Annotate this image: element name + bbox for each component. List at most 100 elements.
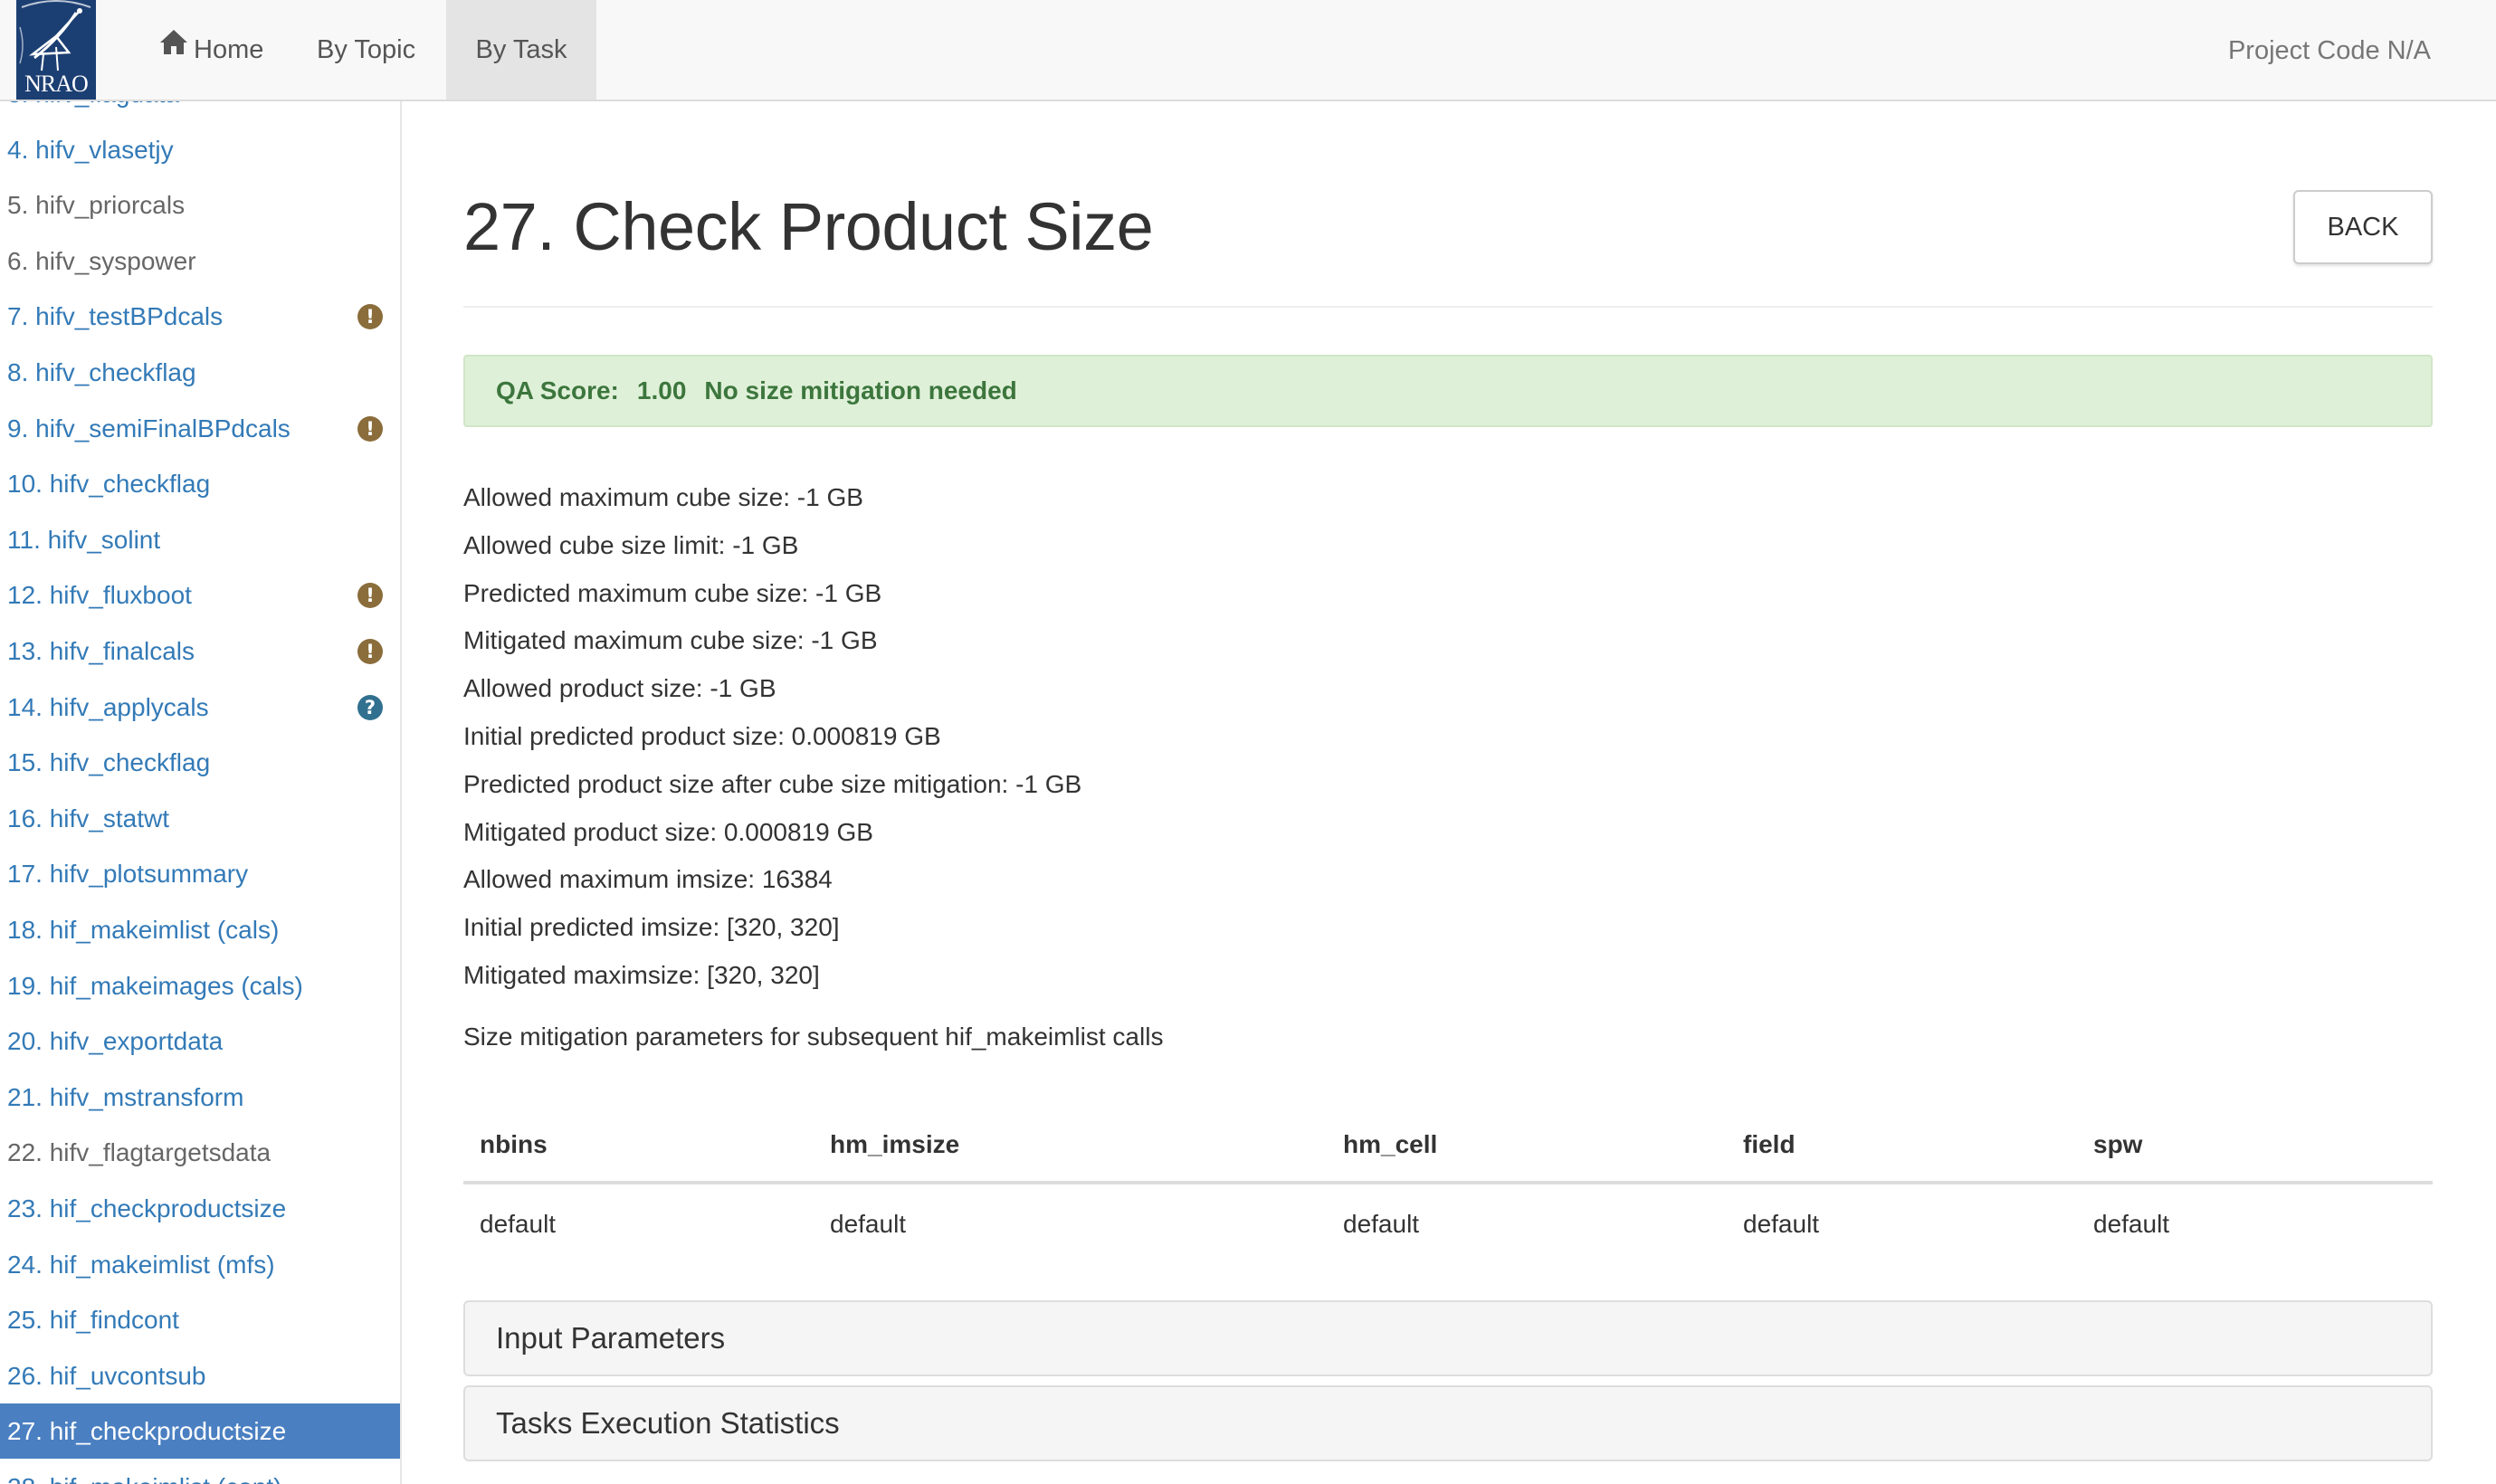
size-line: Mitigated product size: 0.000819 GB xyxy=(463,817,873,846)
sidebar-item[interactable]: 21. hifv_mstransform xyxy=(0,1070,400,1125)
project-code: Project Code N/A xyxy=(2227,36,2431,65)
mitigation-params-table: nbins hm_imsize hm_cell field spw defaul… xyxy=(463,1108,2433,1264)
back-button[interactable]: BACK xyxy=(2293,190,2433,264)
sidebar-item-label: 3. hifv_flagdata xyxy=(7,101,179,108)
sidebar-item[interactable]: 26. hif_uvcontsub xyxy=(0,1348,400,1403)
table-cell: default xyxy=(830,1210,907,1238)
size-line: Mitigated maximsize: [320, 320] xyxy=(463,960,820,989)
sidebar-item[interactable]: 13. hifv_finalcals! xyxy=(0,623,400,679)
sidebar-item[interactable]: 15. hifv_checkflag xyxy=(0,735,400,790)
sidebar-item-label: 26. hif_uvcontsub xyxy=(7,1361,206,1390)
sidebar-item[interactable]: 7. hifv_testBPdcals! xyxy=(0,289,400,344)
logo-text: NRAO xyxy=(24,71,89,97)
sidebar-item-label: 13. hifv_finalcals xyxy=(7,637,195,665)
table-cell: default xyxy=(1343,1210,1420,1238)
size-line: Allowed product size: -1 GB xyxy=(463,674,776,703)
sidebar-item-label: 19. hif_makeimages (cals) xyxy=(7,971,303,1000)
warning-icon: ! xyxy=(357,415,383,442)
sidebar-item-label: 10. hifv_checkflag xyxy=(7,470,211,499)
sidebar-item-label: 5. hifv_priorcals xyxy=(7,191,186,220)
sidebar-item-label: 24. hif_makeimlist (mfs) xyxy=(7,1250,275,1279)
size-line: Allowed cube size limit: -1 GB xyxy=(463,530,799,559)
title-divider xyxy=(463,306,2433,308)
main-content: 27. Check Product Size BACK QA Score: 1.0… xyxy=(402,101,2496,1484)
table-row: default default default default default xyxy=(463,1183,2433,1264)
sidebar-item[interactable]: 20. hifv_exportdata xyxy=(0,1013,400,1069)
sidebar-item[interactable]: 12. hifv_fluxboot! xyxy=(0,567,400,623)
home-icon xyxy=(159,0,188,97)
sidebar-item-label: 25. hif_findcont xyxy=(7,1306,179,1335)
nav-by-task[interactable]: By Task xyxy=(446,0,596,100)
sidebar-item[interactable]: 8. hifv_checkflag xyxy=(0,345,400,400)
sidebar-item-label: 21. hifv_mstransform xyxy=(7,1082,244,1111)
sidebar-item[interactable]: 11. hifv_solint xyxy=(0,512,400,567)
window-edge xyxy=(2483,101,2496,1484)
sidebar-item[interactable]: 28. hif_makeimlist (cont) xyxy=(0,1460,400,1484)
question-icon: ? xyxy=(357,694,383,720)
sidebar-item-label: 15. hifv_checkflag xyxy=(7,748,211,777)
execution-statistics-panel[interactable]: Tasks Execution Statistics xyxy=(463,1385,2433,1461)
sidebar-item-label: 14. hifv_applycals xyxy=(7,692,209,721)
sidebar-item[interactable]: 16. hifv_statwt xyxy=(0,791,400,846)
column-header-hm-imsize: hm_imsize xyxy=(814,1108,1327,1184)
sidebar-item[interactable]: 23. hif_checkproductsize xyxy=(0,1181,400,1236)
sidebar-item-label: 11. hifv_solint xyxy=(7,525,161,554)
sidebar-item-label: 28. hif_makeimlist (cont) xyxy=(7,1473,281,1484)
sidebar-item-label: 4. hifv_vlasetjy xyxy=(7,135,174,164)
warning-icon: ! xyxy=(357,304,383,330)
qa-score-alert: QA Score: 1.00 No size mitigation needed xyxy=(463,355,2433,427)
sidebar-item-label: 22. hifv_flagtargetsdata xyxy=(7,1138,272,1167)
sidebar-item[interactable]: 5. hifv_priorcals xyxy=(0,177,400,233)
size-line: Initial predicted product size: 0.000819… xyxy=(463,721,941,750)
sidebar-item-label: 7. hifv_testBPdcals xyxy=(7,302,224,331)
sidebar-item[interactable]: 6. hifv_syspower xyxy=(0,233,400,289)
input-parameters-panel[interactable]: Input Parameters xyxy=(463,1300,2433,1376)
page-title: 27. Check Product Size xyxy=(463,189,1154,264)
warning-icon: ! xyxy=(357,639,383,664)
sidebar-item[interactable]: 10. hifv_checkflag xyxy=(0,456,400,511)
column-header-hm-cell: hm_cell xyxy=(1327,1108,1727,1184)
sidebar-item[interactable]: 24. hif_makeimlist (mfs) xyxy=(0,1237,400,1292)
nav-by-topic[interactable]: By Topic xyxy=(317,0,415,100)
table-cell: default xyxy=(1743,1210,1820,1238)
sidebar-item[interactable]: 3. hifv_flagdata xyxy=(0,101,400,121)
sidebar-item-active[interactable]: 27. hif_checkproductsize xyxy=(0,1403,400,1460)
sidebar-item[interactable]: 4. hifv_vlasetjy xyxy=(0,122,400,177)
sidebar-item-label: 23. hif_checkproductsize xyxy=(7,1194,287,1222)
sidebar-item[interactable]: 18. hif_makeimlist (cals) xyxy=(0,902,400,957)
size-line: Allowed maximum cube size: -1 GB xyxy=(463,483,863,511)
sidebar-item-label: 12. hifv_fluxboot xyxy=(7,581,192,610)
qa-score-message: No size mitigation needed xyxy=(704,376,1017,404)
qa-score-value: 1.00 xyxy=(636,376,687,404)
sidebar-item-label: 9. hifv_semiFinalBPdcals xyxy=(7,414,291,442)
sidebar-item[interactable]: 22. hifv_flagtargetsdata xyxy=(0,1125,400,1180)
sidebar-item-label: 17. hifv_plotsummary xyxy=(7,860,249,889)
sidebar-item[interactable]: 9. hifv_semiFinalBPdcals! xyxy=(0,401,400,456)
qa-score-label: QA Score: xyxy=(496,376,619,404)
size-line: Predicted product size after cube size m… xyxy=(463,769,1082,798)
sidebar-item-label: 20. hifv_exportdata xyxy=(7,1027,224,1056)
table-cell: default xyxy=(2093,1210,2170,1238)
size-summary-list: Allowed maximum cube size: -1 GB Allowed… xyxy=(463,474,1081,1000)
mitigation-params-heading: Size mitigation parameters for subsequen… xyxy=(463,1023,1164,1051)
warning-icon: ! xyxy=(357,583,383,609)
top-navbar: NRAO Home By Topic By Task Project Code … xyxy=(0,0,2496,101)
sidebar-item[interactable]: 25. hif_findcont xyxy=(0,1292,400,1347)
nav-home-label: Home xyxy=(194,35,264,64)
column-header-spw: spw xyxy=(2077,1108,2433,1184)
size-line: Predicted maximum cube size: -1 GB xyxy=(463,578,882,607)
size-line: Allowed maximum imsize: 16384 xyxy=(463,865,833,894)
sidebar-item[interactable]: 17. hifv_plotsummary xyxy=(0,846,400,901)
column-header-nbins: nbins xyxy=(463,1108,814,1184)
table-header-row: nbins hm_imsize hm_cell field spw xyxy=(463,1108,2433,1184)
sidebar-item-label: 6. hifv_syspower xyxy=(7,246,196,275)
sidebar-item[interactable]: 14. hifv_applycals? xyxy=(0,680,400,735)
size-line: Mitigated maximum cube size: -1 GB xyxy=(463,626,878,655)
task-sidebar[interactable]: 3. hifv_flagdata 4. hifv_vlasetjy 5. hifv_… xyxy=(0,101,402,1484)
sidebar-item-label: 16. hifv_statwt xyxy=(7,804,169,832)
nrao-logo[interactable]: NRAO xyxy=(16,0,96,100)
table-cell: default xyxy=(480,1210,557,1238)
sidebar-item-label: 27. hif_checkproductsize xyxy=(7,1417,287,1446)
nav-home[interactable]: Home xyxy=(152,0,271,100)
sidebar-item[interactable]: 19. hif_makeimages (cals) xyxy=(0,958,400,1013)
